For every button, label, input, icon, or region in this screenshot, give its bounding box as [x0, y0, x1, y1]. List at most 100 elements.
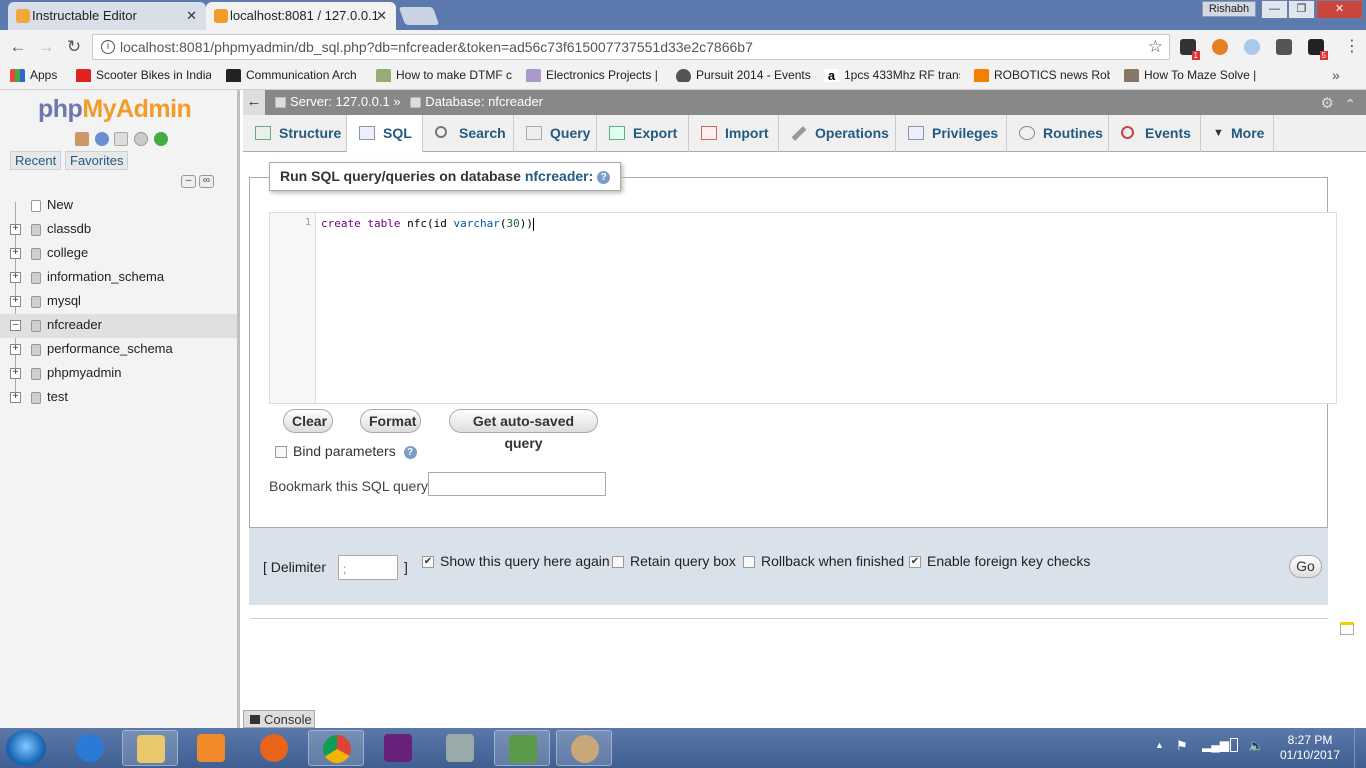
- recent-tab[interactable]: Recent: [10, 151, 62, 170]
- docs-icon[interactable]: [114, 131, 129, 146]
- volume-icon[interactable]: 🔈: [1248, 738, 1264, 754]
- expand-icon[interactable]: +: [10, 392, 21, 403]
- info-icon[interactable]: i: [101, 40, 115, 54]
- close-window-button[interactable]: ✕: [1316, 0, 1363, 19]
- tree-item-database[interactable]: + classdb: [0, 218, 237, 242]
- bookmark-item[interactable]: How to make DTMF c: [376, 68, 512, 82]
- foreign-key-checks-checkbox[interactable]: ✔: [909, 556, 921, 569]
- help-icon[interactable]: [94, 131, 109, 146]
- tab-export[interactable]: Export: [597, 115, 689, 152]
- battery-icon[interactable]: [1230, 738, 1238, 752]
- taskbar-chrome[interactable]: [308, 730, 364, 766]
- help-icon[interactable]: ?: [597, 170, 611, 184]
- new-tab-button[interactable]: [398, 7, 440, 25]
- tree-item-database[interactable]: + college: [0, 242, 237, 266]
- rollback-option[interactable]: Rollback when finished: [743, 553, 904, 569]
- bookmark-item[interactable]: Scooter Bikes in India: [76, 68, 211, 82]
- format-button[interactable]: Format: [360, 409, 421, 433]
- start-button[interactable]: [6, 730, 46, 766]
- reload-icon[interactable]: ↻: [64, 37, 84, 57]
- skype-icon[interactable]: [1244, 39, 1260, 55]
- sql-query-editor[interactable]: 1 create table nfc(id varchar(30)): [269, 212, 1337, 404]
- expand-icon[interactable]: +: [10, 368, 21, 379]
- back-icon[interactable]: ←: [8, 37, 28, 57]
- tab-close-icon[interactable]: ✕: [186, 2, 197, 29]
- phpmyadmin-logo[interactable]: phpMyAdmin: [38, 95, 192, 124]
- forward-icon[interactable]: →: [36, 37, 56, 57]
- expand-icon[interactable]: +: [10, 224, 21, 235]
- tree-item-database-selected[interactable]: – nfcreader: [0, 314, 237, 338]
- link-with-main-icon[interactable]: ∞: [199, 175, 214, 189]
- bookmark-item[interactable]: Electronics Projects |: [526, 68, 663, 82]
- show-desktop-button[interactable]: [1354, 728, 1366, 768]
- retain-query-box-option[interactable]: Retain query box: [612, 553, 736, 569]
- bookmark-item[interactable]: Pursuit 2014 - Events: [676, 68, 813, 82]
- bookmark-item[interactable]: How To Maze Solve |: [1124, 68, 1259, 82]
- taskbar-ide[interactable]: [494, 730, 550, 766]
- expand-icon[interactable]: +: [10, 296, 21, 307]
- bind-parameters-checkbox[interactable]: [275, 446, 287, 459]
- browser-tab-instructables[interactable]: Instructable Editor ✕: [8, 2, 206, 30]
- show-query-again-option[interactable]: ✔ Show this query here again: [422, 553, 610, 569]
- tab-operations[interactable]: Operations: [779, 115, 896, 152]
- clear-button[interactable]: Clear: [283, 409, 333, 433]
- tab-structure[interactable]: Structure: [243, 115, 347, 152]
- help-icon[interactable]: ?: [403, 445, 417, 459]
- evernote-icon[interactable]: [1276, 39, 1292, 55]
- tab-query[interactable]: Query: [514, 115, 597, 152]
- bookmarks-overflow-icon[interactable]: »: [1332, 67, 1340, 83]
- console-toggle[interactable]: Console: [243, 710, 315, 728]
- tab-search[interactable]: Search: [423, 115, 514, 152]
- taskbar-media-player[interactable]: [183, 730, 239, 766]
- home-icon[interactable]: [75, 131, 89, 146]
- reload-navigation-icon[interactable]: [153, 131, 168, 146]
- expand-icon[interactable]: +: [10, 272, 21, 283]
- tab-more[interactable]: ▼ More: [1201, 115, 1274, 152]
- taskbar-ie[interactable]: [62, 730, 118, 766]
- tab-sql[interactable]: SQL: [347, 115, 423, 152]
- delimiter-input[interactable]: ;: [338, 555, 398, 580]
- chrome-menu-icon[interactable]: ⋮: [1344, 36, 1360, 56]
- notes-icon[interactable]: [1340, 622, 1354, 635]
- settings-icon[interactable]: [133, 131, 148, 146]
- browser-tab-phpmyadmin[interactable]: localhost:8081 / 127.0.0.1 ✕: [206, 2, 396, 30]
- collapse-all-icon[interactable]: –: [181, 175, 196, 189]
- sql-code[interactable]: create table nfc(id varchar(30)): [321, 217, 534, 231]
- tree-item-new[interactable]: New: [0, 194, 237, 218]
- url-text[interactable]: localhost:8081/phpmyadmin/db_sql.php?db=…: [120, 39, 753, 55]
- go-button[interactable]: Go: [1289, 555, 1322, 578]
- address-bar[interactable]: i localhost:8081/phpmyadmin/db_sql.php?d…: [92, 34, 1170, 60]
- action-center-flag-icon[interactable]: ⚑: [1176, 738, 1188, 754]
- extension-icon[interactable]: [1212, 39, 1228, 55]
- taskbar-paint[interactable]: [556, 730, 612, 766]
- expand-icon[interactable]: +: [10, 344, 21, 355]
- rollback-checkbox[interactable]: [743, 556, 755, 569]
- tab-import[interactable]: Import: [689, 115, 779, 152]
- toggle-navigation-icon[interactable]: ←: [243, 90, 265, 115]
- retain-query-box-checkbox[interactable]: [612, 556, 624, 569]
- tab-close-icon[interactable]: ✕: [376, 2, 387, 29]
- tree-item-database[interactable]: + performance_schema: [0, 338, 237, 362]
- bookmark-input[interactable]: [428, 472, 606, 496]
- tab-privileges[interactable]: Privileges: [896, 115, 1007, 152]
- amazon-icon[interactable]: 5: [1308, 39, 1328, 60]
- foreign-key-checks-option[interactable]: ✔ Enable foreign key checks: [909, 553, 1090, 569]
- bookmark-star-icon[interactable]: ☆: [1148, 37, 1163, 57]
- taskbar-explorer[interactable]: [122, 730, 178, 766]
- taskbar-firefox[interactable]: [246, 730, 302, 766]
- tab-routines[interactable]: Routines: [1007, 115, 1109, 152]
- tree-item-database[interactable]: + information_schema: [0, 266, 237, 290]
- tree-item-database[interactable]: + phpmyadmin: [0, 362, 237, 386]
- taskbar-visual-studio[interactable]: [370, 730, 426, 766]
- collapse-header-icon[interactable]: ⌃: [1344, 92, 1356, 116]
- legend-database-link[interactable]: nfcreader:: [525, 168, 593, 184]
- clock[interactable]: 8:27 PM 01/10/2017: [1270, 733, 1350, 763]
- get-auto-saved-query-button[interactable]: Get auto-saved query: [449, 409, 598, 451]
- show-hidden-icons-icon[interactable]: ▲: [1155, 740, 1164, 750]
- tree-item-database[interactable]: + mysql: [0, 290, 237, 314]
- bookmark-apps[interactable]: Apps: [10, 68, 80, 82]
- minimize-button[interactable]: —: [1261, 0, 1288, 19]
- bookmark-item[interactable]: ROBOTICS news Rob: [974, 68, 1110, 82]
- collapse-icon[interactable]: –: [10, 320, 21, 331]
- extension-icon[interactable]: 1: [1180, 39, 1200, 60]
